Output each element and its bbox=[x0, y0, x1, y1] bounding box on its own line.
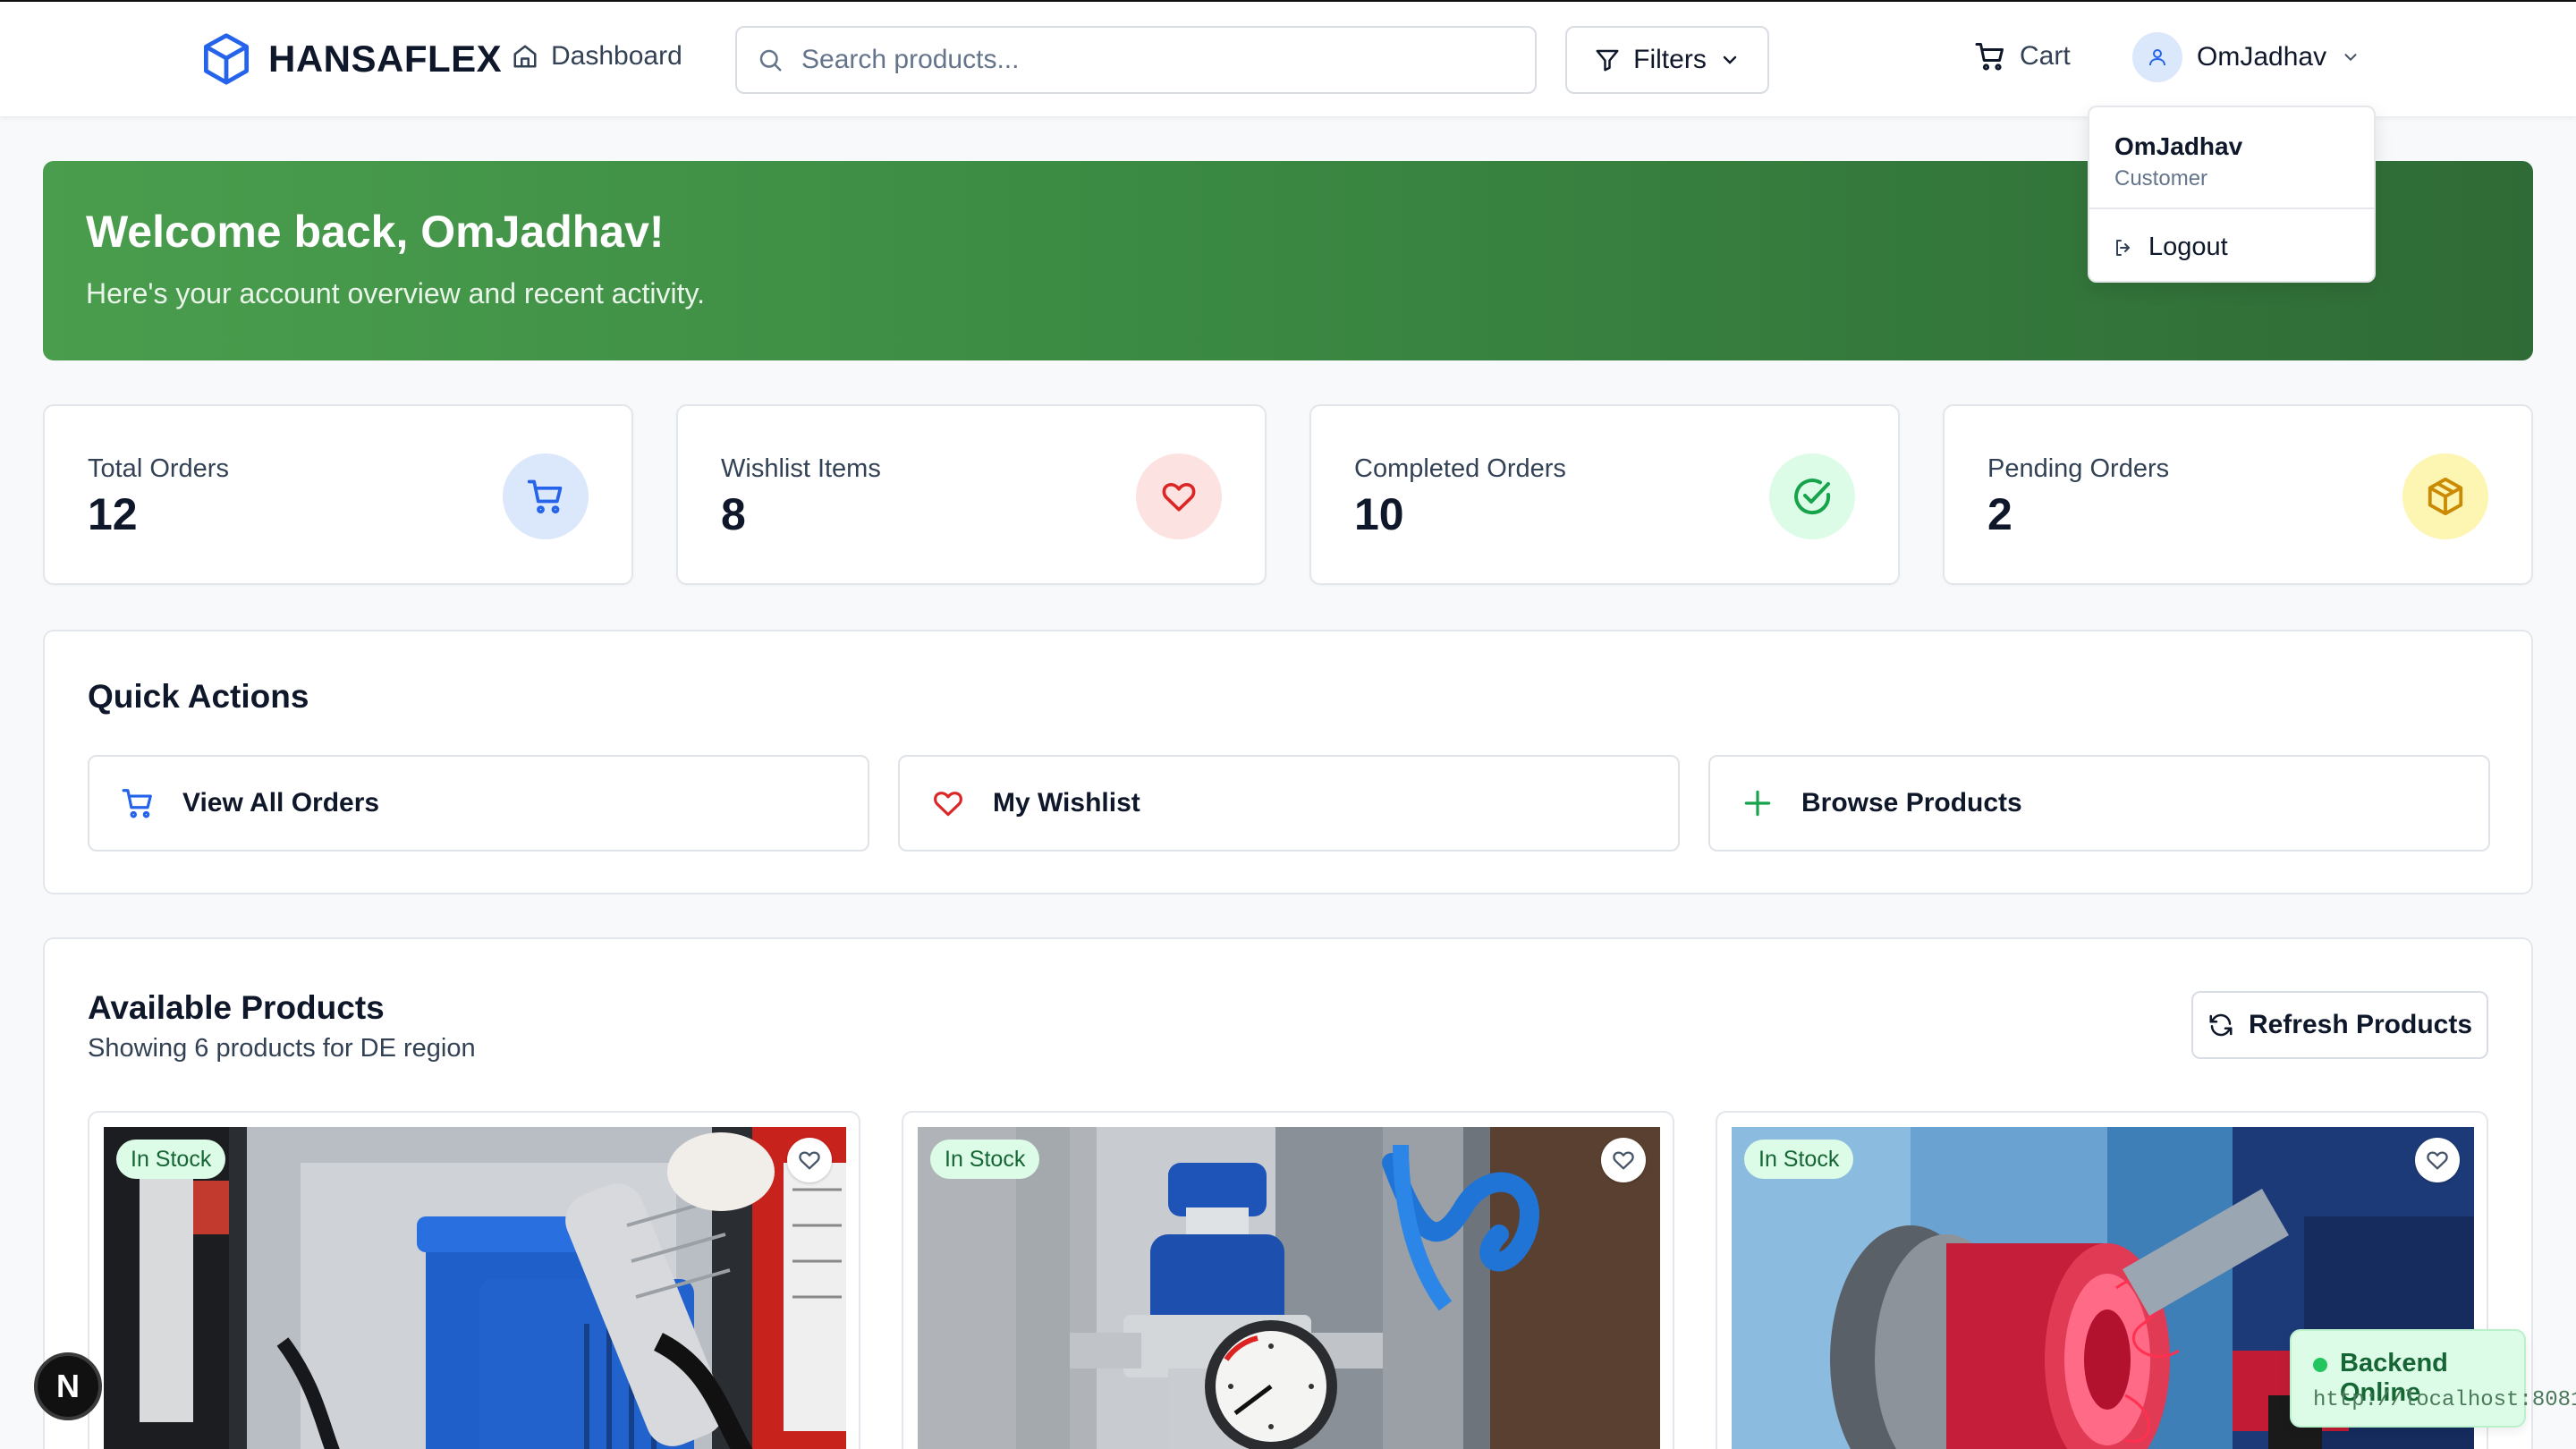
heart-icon bbox=[930, 786, 966, 820]
heart-icon bbox=[2425, 1148, 2450, 1173]
refresh-icon bbox=[2207, 1012, 2234, 1038]
dropdown-user-name: OmJadhav bbox=[2114, 132, 2243, 160]
wishlist-toggle-button[interactable] bbox=[1601, 1138, 1646, 1182]
brand-name: HANSAFLEX bbox=[268, 38, 503, 80]
user-menu-toggle[interactable]: OmJadhav bbox=[2132, 32, 2360, 82]
welcome-title: Welcome back, OmJadhav! bbox=[86, 207, 665, 257]
stat-card-pending-orders: Pending Orders 2 bbox=[1943, 404, 2533, 585]
refresh-label: Refresh Products bbox=[2248, 1010, 2473, 1039]
wishlist-toggle-button[interactable] bbox=[787, 1138, 832, 1182]
backend-status-url: http://localhost:8081 bbox=[2313, 1388, 2576, 1412]
stat-card-wishlist-items: Wishlist Items 8 bbox=[676, 404, 1267, 585]
cart-icon bbox=[120, 786, 156, 820]
nav-dashboard-link[interactable]: Dashboard bbox=[512, 41, 682, 72]
product-card[interactable]: In Stock bbox=[902, 1111, 1674, 1449]
heart-icon bbox=[1611, 1148, 1636, 1173]
package-icon bbox=[2402, 453, 2488, 539]
products-subtitle: Showing 6 products for DE region bbox=[88, 1034, 476, 1063]
cube-logo-icon bbox=[200, 31, 252, 87]
cart-link[interactable]: Cart bbox=[1973, 40, 2071, 72]
my-wishlist-button[interactable]: My Wishlist bbox=[898, 755, 1680, 852]
chevron-down-icon bbox=[1719, 49, 1741, 71]
cart-icon bbox=[1973, 40, 2007, 72]
view-all-orders-button[interactable]: View All Orders bbox=[88, 755, 869, 852]
action-label: Browse Products bbox=[1801, 788, 2022, 818]
product-card[interactable]: In Stock bbox=[88, 1111, 860, 1449]
user-dropdown-menu: OmJadhav Customer Logout bbox=[2088, 106, 2376, 283]
home-icon bbox=[512, 43, 538, 70]
dropdown-user-role: Customer bbox=[2114, 166, 2208, 191]
products-title: Available Products bbox=[88, 989, 385, 1026]
stat-value: 12 bbox=[88, 489, 138, 539]
cart-icon bbox=[503, 453, 589, 539]
dev-tools-badge[interactable]: N bbox=[34, 1352, 102, 1420]
logout-label: Logout bbox=[2148, 233, 2228, 261]
nav-dashboard-label: Dashboard bbox=[551, 41, 682, 71]
search-icon bbox=[757, 47, 784, 73]
browse-products-button[interactable]: Browse Products bbox=[1708, 755, 2490, 852]
stat-value: 10 bbox=[1354, 489, 1404, 539]
user-name: OmJadhav bbox=[2197, 42, 2327, 72]
status-dot-icon bbox=[2313, 1358, 2327, 1372]
stat-label: Completed Orders bbox=[1354, 454, 1566, 483]
stat-label: Total Orders bbox=[88, 454, 229, 483]
brand-logo[interactable]: HANSAFLEX bbox=[200, 31, 502, 87]
logout-menu-item[interactable]: Logout bbox=[2113, 233, 2228, 262]
filter-icon bbox=[1594, 47, 1621, 73]
chevron-down-icon bbox=[2341, 47, 2360, 67]
stat-value: 8 bbox=[721, 489, 746, 539]
refresh-products-button[interactable]: Refresh Products bbox=[2191, 991, 2488, 1059]
stat-label: Pending Orders bbox=[1987, 454, 2170, 483]
heart-icon bbox=[1136, 453, 1222, 539]
quick-actions-title: Quick Actions bbox=[88, 678, 309, 715]
backend-status-toast: Backend Online http://localhost:8081 bbox=[2290, 1329, 2576, 1428]
plus-icon bbox=[1741, 786, 1775, 820]
stock-badge: In Stock bbox=[1744, 1140, 1854, 1179]
stock-badge: In Stock bbox=[930, 1140, 1040, 1179]
action-label: My Wishlist bbox=[993, 788, 1140, 818]
heart-icon bbox=[797, 1148, 822, 1173]
stat-card-total-orders: Total Orders 12 bbox=[43, 404, 633, 585]
top-navbar: HANSAFLEX Dashboard Filters bbox=[0, 2, 2576, 116]
logout-icon bbox=[2113, 237, 2134, 258]
cart-label: Cart bbox=[2020, 41, 2071, 71]
action-label: View All Orders bbox=[182, 788, 380, 818]
search-box bbox=[735, 26, 1537, 94]
dropdown-divider bbox=[2089, 208, 2374, 209]
filters-label: Filters bbox=[1633, 45, 1707, 74]
check-circle-icon bbox=[1769, 453, 1855, 539]
welcome-subtitle: Here's your account overview and recent … bbox=[86, 277, 706, 309]
avatar bbox=[2132, 32, 2182, 82]
search-input[interactable] bbox=[801, 45, 1499, 75]
stock-badge: In Stock bbox=[116, 1140, 226, 1179]
stat-label: Wishlist Items bbox=[721, 454, 881, 483]
stat-card-completed-orders: Completed Orders 10 bbox=[1309, 404, 1900, 585]
quick-actions-panel: Quick Actions View All Orders My Wishlis… bbox=[43, 630, 2533, 894]
wishlist-toggle-button[interactable] bbox=[2415, 1138, 2460, 1182]
filters-button[interactable]: Filters bbox=[1565, 26, 1769, 94]
stat-value: 2 bbox=[1987, 489, 2012, 539]
